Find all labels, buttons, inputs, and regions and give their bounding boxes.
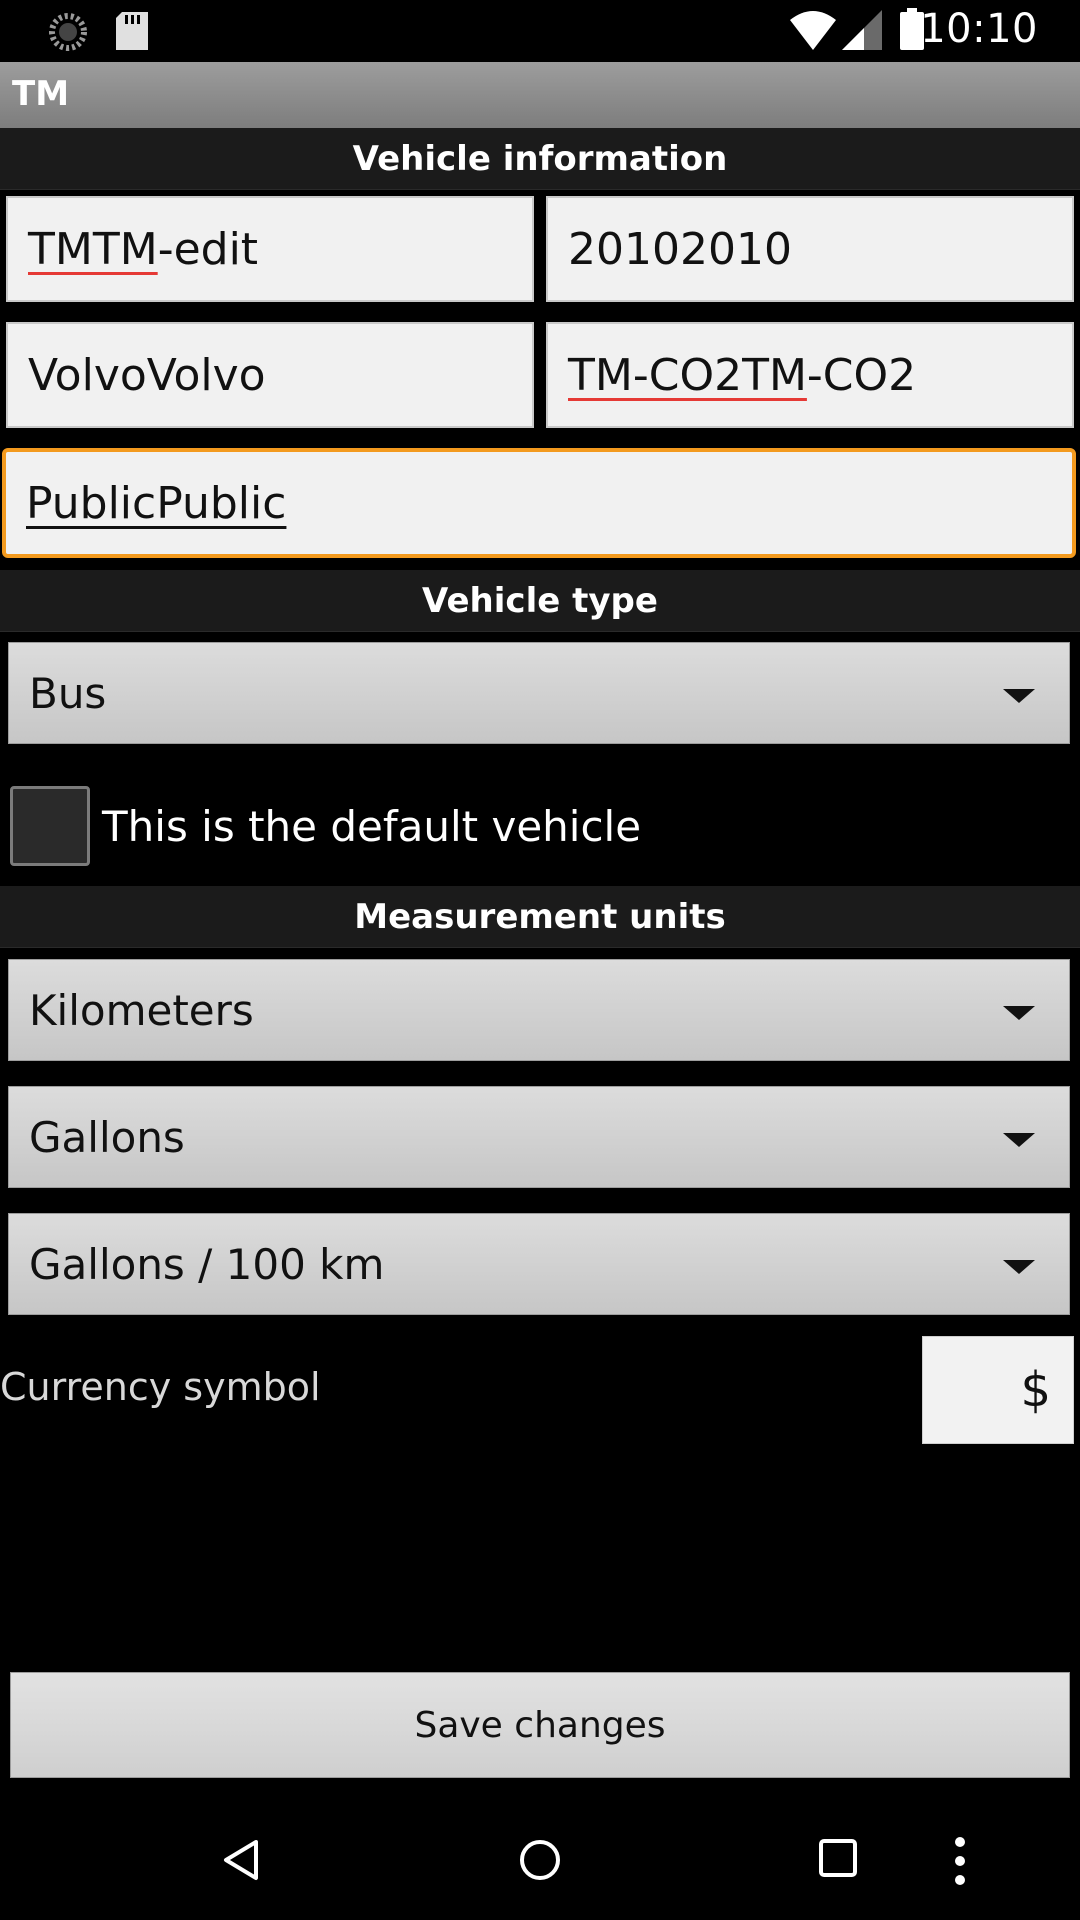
vehicle-year-value: 20102010 xyxy=(568,223,792,275)
vehicle-type-dropdown[interactable]: Bus xyxy=(8,642,1070,744)
distance-unit-selected: Kilometers xyxy=(29,985,254,1035)
vehicle-type-selected: Bus xyxy=(29,668,107,718)
default-vehicle-row[interactable]: This is the default vehicle xyxy=(10,786,641,866)
back-icon[interactable] xyxy=(222,1838,260,1886)
status-clock: 10:10 xyxy=(920,6,1038,52)
currency-symbol-label: Currency symbol xyxy=(0,1365,321,1409)
section-header-vehicle-type: Vehicle type xyxy=(0,570,1080,632)
chevron-down-icon xyxy=(1003,1006,1035,1020)
signal-icon xyxy=(842,10,882,54)
default-vehicle-checkbox[interactable] xyxy=(10,786,90,866)
save-changes-label: Save changes xyxy=(414,1704,666,1746)
section-header-vehicle-information: Vehicle information xyxy=(0,128,1080,190)
distance-unit-dropdown[interactable]: Kilometers xyxy=(8,959,1070,1061)
currency-symbol-value: $ xyxy=(1020,1362,1051,1418)
vehicle-usage-value: PublicPublic xyxy=(26,477,287,529)
vehicle-make-field[interactable]: VolvoVolvo xyxy=(6,322,534,428)
vehicle-usage-field[interactable]: PublicPublic xyxy=(2,448,1076,558)
vehicle-name-rest: -edit xyxy=(157,223,259,275)
default-vehicle-label: This is the default vehicle xyxy=(102,801,642,851)
loading-spinner-icon xyxy=(48,12,88,56)
volume-unit-dropdown[interactable]: Gallons xyxy=(8,1086,1070,1188)
wifi-icon xyxy=(790,10,836,54)
status-bar: 10:10 xyxy=(0,0,1080,62)
vehicle-name-misspelled-part: TMTM xyxy=(28,223,158,275)
home-icon[interactable] xyxy=(518,1838,562,1886)
consumption-unit-selected: Gallons / 100 km xyxy=(29,1239,385,1289)
save-changes-button[interactable]: Save changes xyxy=(10,1672,1070,1778)
chevron-down-icon xyxy=(1003,1260,1035,1274)
vehicle-model-rest: -CO2 xyxy=(806,349,917,401)
chevron-down-icon xyxy=(1003,689,1035,703)
volume-unit-selected: Gallons xyxy=(29,1112,185,1162)
app-bar: TM xyxy=(0,62,1080,128)
chevron-down-icon xyxy=(1003,1133,1035,1147)
currency-symbol-input[interactable]: $ xyxy=(922,1336,1074,1444)
vehicle-name-field[interactable]: TMTM -edit xyxy=(6,196,534,302)
consumption-unit-dropdown[interactable]: Gallons / 100 km xyxy=(8,1213,1070,1315)
navigation-bar xyxy=(0,1800,1080,1920)
app-title: TM xyxy=(12,74,70,114)
vehicle-model-field[interactable]: TM-CO2TM -CO2 xyxy=(546,322,1074,428)
vehicle-year-field[interactable]: 20102010 xyxy=(546,196,1074,302)
section-header-measurement-units: Measurement units xyxy=(0,886,1080,948)
sd-card-icon xyxy=(116,12,148,54)
vehicle-model-misspelled-part: TM-CO2TM xyxy=(568,349,807,401)
more-icon[interactable] xyxy=(954,1836,966,1890)
recents-icon[interactable] xyxy=(818,1838,858,1882)
vehicle-make-value: VolvoVolvo xyxy=(28,349,266,401)
